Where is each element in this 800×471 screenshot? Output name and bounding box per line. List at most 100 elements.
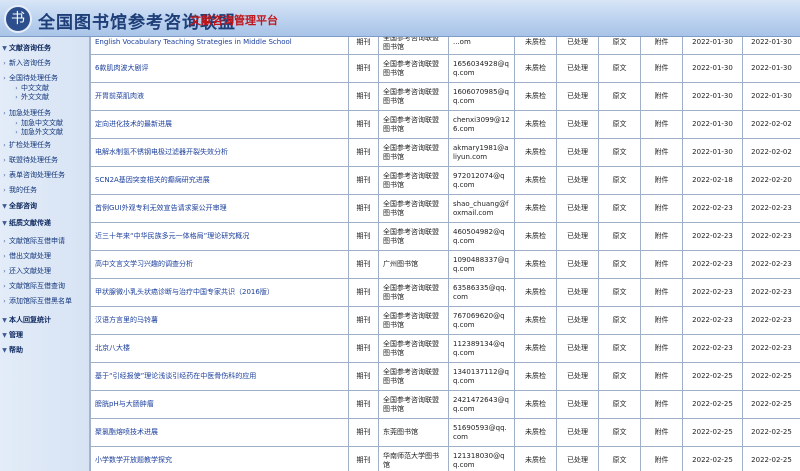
sidebar-section[interactable]: ▼ 全部咨询 xyxy=(0,202,89,211)
requester-email: 972012074@qq.com xyxy=(448,166,515,195)
fulltext-link[interactable]: 原文 xyxy=(598,222,641,251)
request-title[interactable]: 电解水制氢不锈钢电极过滤器开裂失效分析 xyxy=(90,138,349,167)
sidebar-section[interactable]: ▼ 本人回复统计 xyxy=(0,316,89,325)
sidebar-item[interactable]: › 加急处理任务 xyxy=(0,109,89,118)
fulltext-link[interactable]: 原文 xyxy=(598,334,641,363)
sidebar-item[interactable]: › 新入咨询任务 xyxy=(0,59,89,68)
sidebar-item-label: 中文文献 xyxy=(21,84,49,92)
sidebar-item-label: 本人回复统计 xyxy=(9,316,51,324)
fulltext-link[interactable]: 原文 xyxy=(598,166,641,195)
sidebar-item[interactable]: › 添加馆际互借黑名单 xyxy=(0,297,89,306)
fulltext-link[interactable]: 原文 xyxy=(598,278,641,307)
library-name: 全国参考咨询联盟图书馆 xyxy=(378,138,449,167)
attachment-link[interactable]: 附件 xyxy=(640,390,683,419)
fulltext-link[interactable]: 原文 xyxy=(598,138,641,167)
attachment-link[interactable]: 附件 xyxy=(640,306,683,335)
request-title[interactable]: 6款肌肉波大剧评 xyxy=(90,54,349,83)
attachment-link[interactable]: 附件 xyxy=(640,138,683,167)
bullet-icon: › xyxy=(3,75,6,82)
attachment-link[interactable]: 附件 xyxy=(640,54,683,83)
sidebar-item[interactable]: › 外文文献 xyxy=(0,93,89,102)
request-title[interactable]: 基于“引经报使”理论浅谈引经药在中医骨伤科的应用 xyxy=(90,362,349,391)
sidebar-item-label: 纸质文献传递 xyxy=(9,219,51,227)
bullet-icon: › xyxy=(15,85,18,92)
requester-email: 1606070985@qq.com xyxy=(448,82,515,111)
request-title[interactable]: 膀胱pH与大肠肿瘤 xyxy=(90,390,349,419)
doc-type: 期刊 xyxy=(348,334,379,363)
sidebar-section[interactable]: ▼ 管理 xyxy=(0,331,89,340)
table-row: 基于“引经报使”理论浅谈引经药在中医骨伤科的应用 期刊 全国参考咨询联盟图书馆 134… xyxy=(90,362,800,391)
library-name: 全国参考咨询联盟图书馆 xyxy=(378,166,449,195)
library-name: 东莞图书馆 xyxy=(378,418,449,447)
request-title[interactable]: 汉语方言里的马铃薯 xyxy=(90,306,349,335)
request-title[interactable]: 近三十年来“中华民族多元一体格局”理论研究概况 xyxy=(90,222,349,251)
table-row: 6款肌肉波大剧评 期刊 全国参考咨询联盟图书馆 1656034928@qq.com 未质… xyxy=(90,54,800,83)
attachment-link[interactable]: 附件 xyxy=(640,250,683,279)
fulltext-link[interactable]: 原文 xyxy=(598,54,641,83)
request-title[interactable]: 北京八大楼 xyxy=(90,334,349,363)
attachment-link[interactable]: 附件 xyxy=(640,194,683,223)
sidebar-item[interactable]: › 加急外文文献 xyxy=(0,128,89,137)
fulltext-link[interactable]: 原文 xyxy=(598,110,641,139)
qc-status: 未质检 xyxy=(514,250,557,279)
attachment-link[interactable]: 附件 xyxy=(640,334,683,363)
fulltext-link[interactable]: 原文 xyxy=(598,362,641,391)
fulltext-link[interactable]: 原文 xyxy=(598,418,641,447)
fulltext-link[interactable]: 原文 xyxy=(598,250,641,279)
doc-type: 期刊 xyxy=(348,362,379,391)
sidebar-item[interactable]: › 文献馆际互借申请 xyxy=(0,237,89,246)
attachment-link[interactable]: 附件 xyxy=(640,446,683,471)
request-title[interactable]: 甲状腺微小乳头状癌诊断与治疗中国专家共识（2016版） xyxy=(90,278,349,307)
request-title[interactable]: 聚氯酯熔喷技术进展 xyxy=(90,418,349,447)
submit-date: 2022-01-30 xyxy=(682,37,743,55)
sidebar-item[interactable]: › 加急中文文献 xyxy=(0,119,89,128)
reply-date: 2022-02-25 xyxy=(742,390,800,419)
attachment-link[interactable]: 附件 xyxy=(640,362,683,391)
submit-date: 2022-01-30 xyxy=(682,54,743,83)
sidebar-item[interactable]: › 我的任务 xyxy=(0,186,89,195)
doc-type: 期刊 xyxy=(348,446,379,471)
sidebar-section[interactable]: ▼ 纸质文献传递 xyxy=(0,219,89,228)
sidebar-item[interactable]: › 全国待处理任务 xyxy=(0,74,89,83)
submit-date: 2022-02-18 xyxy=(682,166,743,195)
attachment-link[interactable]: 附件 xyxy=(640,222,683,251)
fulltext-link[interactable]: 原文 xyxy=(598,390,641,419)
request-title[interactable]: 首例GUI外观专利无效宣告请求案公开审理 xyxy=(90,194,349,223)
sidebar-item[interactable]: › 借出文献处理 xyxy=(0,252,89,261)
sidebar-item[interactable]: › 中文文献 xyxy=(0,84,89,93)
request-title[interactable]: 定向进化技术的最新进展 xyxy=(90,110,349,139)
library-name: 广州图书馆 xyxy=(378,250,449,279)
attachment-link[interactable]: 附件 xyxy=(640,82,683,111)
request-title[interactable]: 开胃前菜肌肉液 xyxy=(90,82,349,111)
attachment-link[interactable]: 附件 xyxy=(640,110,683,139)
sidebar-item-label: 加急外文文献 xyxy=(21,128,63,136)
sidebar-section[interactable]: ▼ 文献咨询任务 xyxy=(0,44,89,53)
expand-arrow-icon: ▼ xyxy=(2,45,7,52)
request-title[interactable]: English Vocabulary Teaching Strategies i… xyxy=(90,37,349,55)
bullet-icon: › xyxy=(3,253,6,260)
sidebar-item[interactable]: › 文献馆际互借查询 xyxy=(0,282,89,291)
request-title[interactable]: 小学数学开放题教学探究 xyxy=(90,446,349,471)
request-title[interactable]: 高中文言文学习兴趣的调查分析 xyxy=(90,250,349,279)
attachment-link[interactable]: 附件 xyxy=(640,278,683,307)
request-title[interactable]: SCN2A基因突变相关的癫痫研究进展 xyxy=(90,166,349,195)
sidebar-item[interactable]: › 表单咨询处理任务 xyxy=(0,171,89,180)
attachment-link[interactable]: 附件 xyxy=(640,166,683,195)
fulltext-link[interactable]: 原文 xyxy=(598,446,641,471)
fulltext-link[interactable]: 原文 xyxy=(598,37,641,55)
requester-email: 1090488337@qq.com xyxy=(448,250,515,279)
sidebar-section[interactable]: ▼ 帮助 xyxy=(0,346,89,355)
attachment-link[interactable]: 附件 xyxy=(640,418,683,447)
sidebar-item[interactable]: › 还入文献处理 xyxy=(0,267,89,276)
bullet-icon: › xyxy=(3,238,6,245)
expand-arrow-icon: ▼ xyxy=(2,332,7,339)
fulltext-link[interactable]: 原文 xyxy=(598,306,641,335)
requester-email: 51690593@qq.com xyxy=(448,418,515,447)
sidebar-item[interactable]: › 扩检处理任务 xyxy=(0,141,89,150)
fulltext-link[interactable]: 原文 xyxy=(598,82,641,111)
attachment-link[interactable]: 附件 xyxy=(640,37,683,55)
sidebar-item[interactable]: › 联盟待处理任务 xyxy=(0,156,89,165)
table-row: SCN2A基因突变相关的癫痫研究进展 期刊 全国参考咨询联盟图书馆 972012074… xyxy=(90,166,800,195)
fulltext-link[interactable]: 原文 xyxy=(598,194,641,223)
sidebar-item-label: 全国待处理任务 xyxy=(9,74,58,82)
